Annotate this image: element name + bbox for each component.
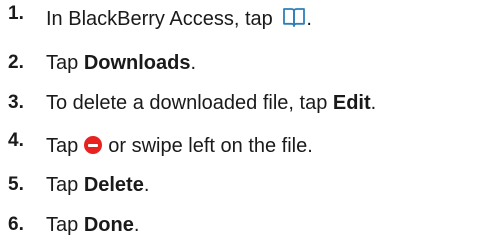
step-text: To delete a downloaded file, tap Edit.: [46, 88, 376, 118]
step-text-before: To delete a downloaded file, tap: [46, 92, 333, 114]
step-text-after: .: [143, 174, 150, 196]
step-3: 3. To delete a downloaded file, tap Edit…: [8, 88, 376, 118]
step-2: 2. Tap Downloads.: [8, 48, 196, 78]
step-text-before: In BlackBerry Access, tap: [46, 8, 279, 30]
step-bold-term: Downloads: [83, 52, 191, 74]
step-4: 4. Tap or swipe left on the file.: [8, 130, 313, 161]
step-6: 6. Tap Done.: [8, 210, 139, 240]
step-number: 3.: [8, 92, 24, 113]
step-text: Tap Downloads.: [46, 48, 196, 78]
step-text-before: Tap: [46, 174, 84, 196]
step-bold-term: Delete: [83, 174, 144, 196]
step-bold-term: Done: [83, 214, 134, 236]
step-text-before: Tap: [46, 52, 84, 74]
step-text-after: .: [306, 8, 312, 30]
step-number: 6.: [8, 214, 24, 235]
book-icon: [282, 6, 306, 28]
step-number: 5.: [8, 174, 24, 195]
step-text-after: .: [133, 214, 140, 236]
step-text-before: Tap: [46, 214, 84, 236]
step-text-after: .: [190, 52, 197, 74]
step-text: In BlackBerry Access, tap .: [46, 4, 312, 34]
step-text: Tap Done.: [46, 210, 139, 240]
step-text-before: Tap: [46, 135, 79, 157]
step-number: 2.: [8, 52, 24, 73]
step-text-after: or swipe left on the file.: [108, 135, 313, 157]
step-bold-term: Edit: [332, 92, 371, 114]
step-number: 4.: [8, 130, 24, 151]
step-number: 1.: [8, 3, 24, 24]
step-text-after: .: [370, 92, 377, 114]
step-5: 5. Tap Delete.: [8, 170, 149, 200]
step-text: Tap or swipe left on the file.: [46, 131, 313, 161]
step-text: Tap Delete.: [46, 170, 149, 200]
minus-circle-icon: [84, 136, 103, 154]
step-1: 1. In BlackBerry Access, tap .: [8, 3, 312, 34]
